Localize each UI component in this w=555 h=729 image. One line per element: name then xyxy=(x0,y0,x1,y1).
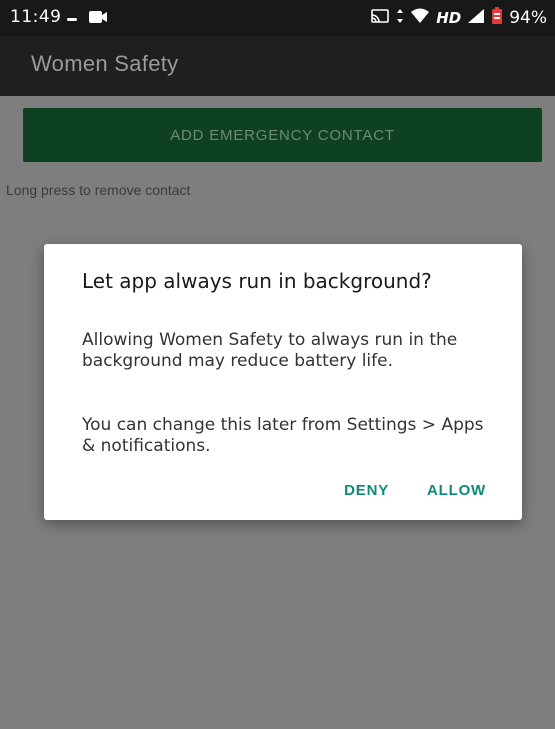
data-transfer-icon xyxy=(396,8,404,28)
dialog-title: Let app always run in background? xyxy=(82,269,432,293)
network-type-label: HD xyxy=(436,9,462,27)
add-emergency-contact-button[interactable]: ADD EMERGENCY CONTACT xyxy=(23,108,542,162)
status-time: 11:49 xyxy=(10,7,62,27)
signal-icon xyxy=(467,8,485,28)
app-title: Women Safety xyxy=(31,51,179,76)
status-left-icons xyxy=(66,9,108,29)
cast-icon xyxy=(370,8,390,28)
background-permission-dialog: Let app always run in background? Allowi… xyxy=(44,244,522,520)
allow-button[interactable]: ALLOW xyxy=(427,482,486,499)
remove-contact-hint: Long press to remove contact xyxy=(6,182,191,198)
phone-screen: 11:49 HD 94% Women Safety ADD EMERGENCY … xyxy=(0,0,555,729)
deny-button[interactable]: DENY xyxy=(344,482,389,499)
battery-percent: 94% xyxy=(509,8,547,28)
dialog-message-battery: Allowing Women Safety to always run in t… xyxy=(82,330,458,371)
battery-icon xyxy=(491,7,503,29)
screen-record-icon xyxy=(88,9,108,29)
app-bar: Women Safety xyxy=(0,36,555,96)
status-bar: 11:49 HD 94% xyxy=(0,0,555,36)
dialog-message-settings: You can change this later from Settings … xyxy=(82,415,484,456)
dialog-actions: DENY ALLOW xyxy=(344,482,486,499)
wifi-icon xyxy=(410,8,430,28)
notification-dot-icon xyxy=(66,10,78,29)
status-right-icons: HD 94% xyxy=(370,7,547,29)
